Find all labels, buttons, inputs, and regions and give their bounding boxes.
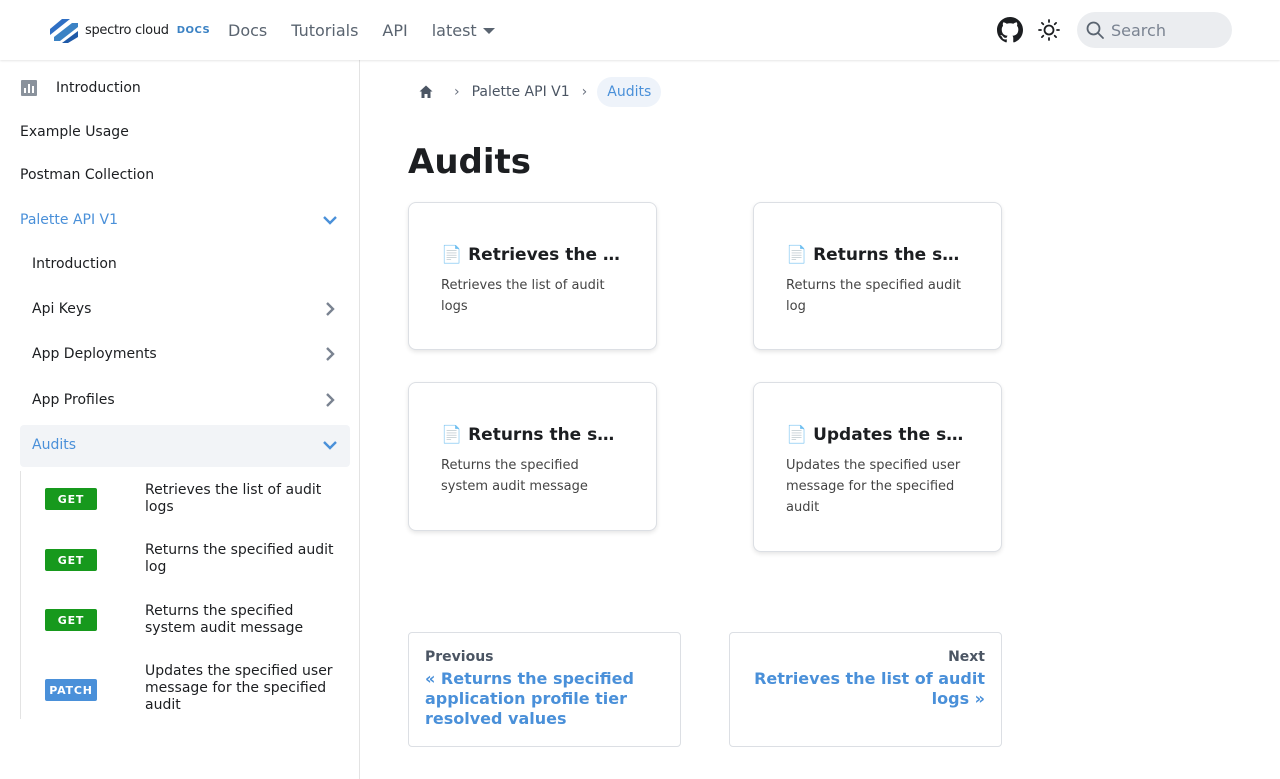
nav-link-api[interactable]: API [382,21,407,40]
card-description: Retrieves the list of audit logs [441,278,605,314]
pagination-previous-label: Previous [425,649,494,665]
card-title: 📄 Updates the specified user message for… [786,425,969,445]
sidebar-item-postman-collection[interactable]: Postman Collection [20,165,154,185]
pagination-previous[interactable]: Previous « Returns the specified applica… [408,632,681,747]
home-icon [419,85,433,98]
chevron-down-icon[interactable] [320,210,340,230]
chevron-right-icon[interactable] [320,344,340,364]
chart-icon [21,80,37,96]
sidebar-item-app-deployments[interactable]: App Deployments [32,344,350,364]
sidebar-endpoint-get-system-message[interactable]: Returns the specified system audit messa… [145,603,335,637]
version-label: latest [431,20,477,40]
sidebar-item-label: App Profiles [32,392,115,408]
search-box[interactable]: Search [1077,12,1232,48]
page-title: Audits [408,142,532,182]
chevron-right-icon[interactable] [320,299,340,319]
breadcrumb-current: Audits [597,77,662,107]
card-title: 📄 Returns the specified system audit mes… [441,425,624,445]
breadcrumb-home[interactable] [408,76,444,108]
navbar: spectro cloud DOCS Docs Tutorials API la… [0,0,1280,60]
sidebar-endpoint-list-audits[interactable]: Retrieves the list of audit logs [145,482,335,516]
card-title: 📄 Returns the specified audit log [786,245,969,265]
card-description: Returns the specified audit log [786,278,962,314]
sidebar-item-label: Example Usage [20,124,129,140]
sidebar-item-label: Audits [32,437,77,453]
logo-mark-icon [50,19,78,43]
spectro-cloud-logo[interactable]: spectro cloud DOCS [48,15,210,45]
nav-link-tutorials[interactable]: Tutorials [291,21,358,40]
theme-toggle-sun-icon[interactable] [1037,18,1061,42]
sidebar-item-audits[interactable]: Audits [32,435,350,455]
method-badge-get: GET [45,609,97,631]
card-get-audit[interactable]: 📄 Returns the specified audit log Return… [753,202,1002,350]
card-list-audits[interactable]: 📄 Retrieves the list of audit logs Retri… [408,202,657,350]
method-badge-get: GET [45,549,97,571]
card-title: 📄 Retrieves the list of audit logs [441,245,624,265]
pagination-previous-title: « Returns the specified application prof… [425,669,634,728]
sidebar-item-v1-introduction[interactable]: Introduction [32,254,117,274]
card-description: Updates the specified user message for t… [786,458,961,515]
breadcrumb: › Palette API V1 › Audits [408,76,662,108]
search-placeholder: Search [1111,20,1166,40]
method-badge-get: GET [45,488,97,510]
card-get-system-message[interactable]: 📄 Returns the specified system audit mes… [408,382,657,531]
method-badge-patch: PATCH [45,679,97,701]
sidebar-item-introduction[interactable]: Introduction [20,78,141,98]
pagination-next-title: Retrieves the list of audit logs » [754,669,985,708]
sidebar-item-example-usage[interactable]: Example Usage [20,122,129,142]
sidebar-item-label: Postman Collection [20,167,155,183]
logo-text: spectro cloud [85,22,169,38]
breadcrumb-palette-api[interactable]: Palette API V1 [470,84,572,100]
sidebar-endpoint-update-user-message[interactable]: Updates the specified user message for t… [145,663,335,714]
sidebar-section-palette-api[interactable]: Palette API V1 [20,210,350,230]
pagination-next-label: Next [948,649,985,665]
sidebar-endpoint-get-audit[interactable]: Returns the specified audit log [145,542,335,576]
sidebar: Introduction Example Usage Postman Colle… [0,60,360,779]
card-update-user-message[interactable]: 📄 Updates the specified user message for… [753,382,1002,552]
sidebar-item-api-keys[interactable]: Api Keys [32,299,350,319]
sidebar-section-label: Palette API V1 [20,212,119,228]
version-dropdown[interactable]: latest [432,21,495,40]
sidebar-item-label: Introduction [56,80,141,96]
breadcrumb-separator-icon: › [581,84,588,100]
card-description: Returns the specified system audit messa… [441,458,588,494]
sidebar-item-label: Api Keys [32,301,92,317]
github-icon[interactable] [997,17,1023,43]
sidebar-nest-line [20,471,21,719]
chevron-right-icon[interactable] [320,390,340,410]
sidebar-item-label: Introduction [32,256,117,272]
caret-down-icon [482,28,495,34]
sidebar-item-app-profiles[interactable]: App Profiles [32,390,350,410]
logo-docs-label: DOCS [176,24,211,36]
nav-link-docs[interactable]: Docs [228,21,267,40]
chevron-down-icon[interactable] [320,435,340,455]
breadcrumb-separator-icon: › [454,84,460,100]
pagination-next[interactable]: Next Retrieves the list of audit logs » [729,632,1002,747]
search-icon [1086,21,1104,39]
sidebar-item-label: App Deployments [32,346,157,362]
